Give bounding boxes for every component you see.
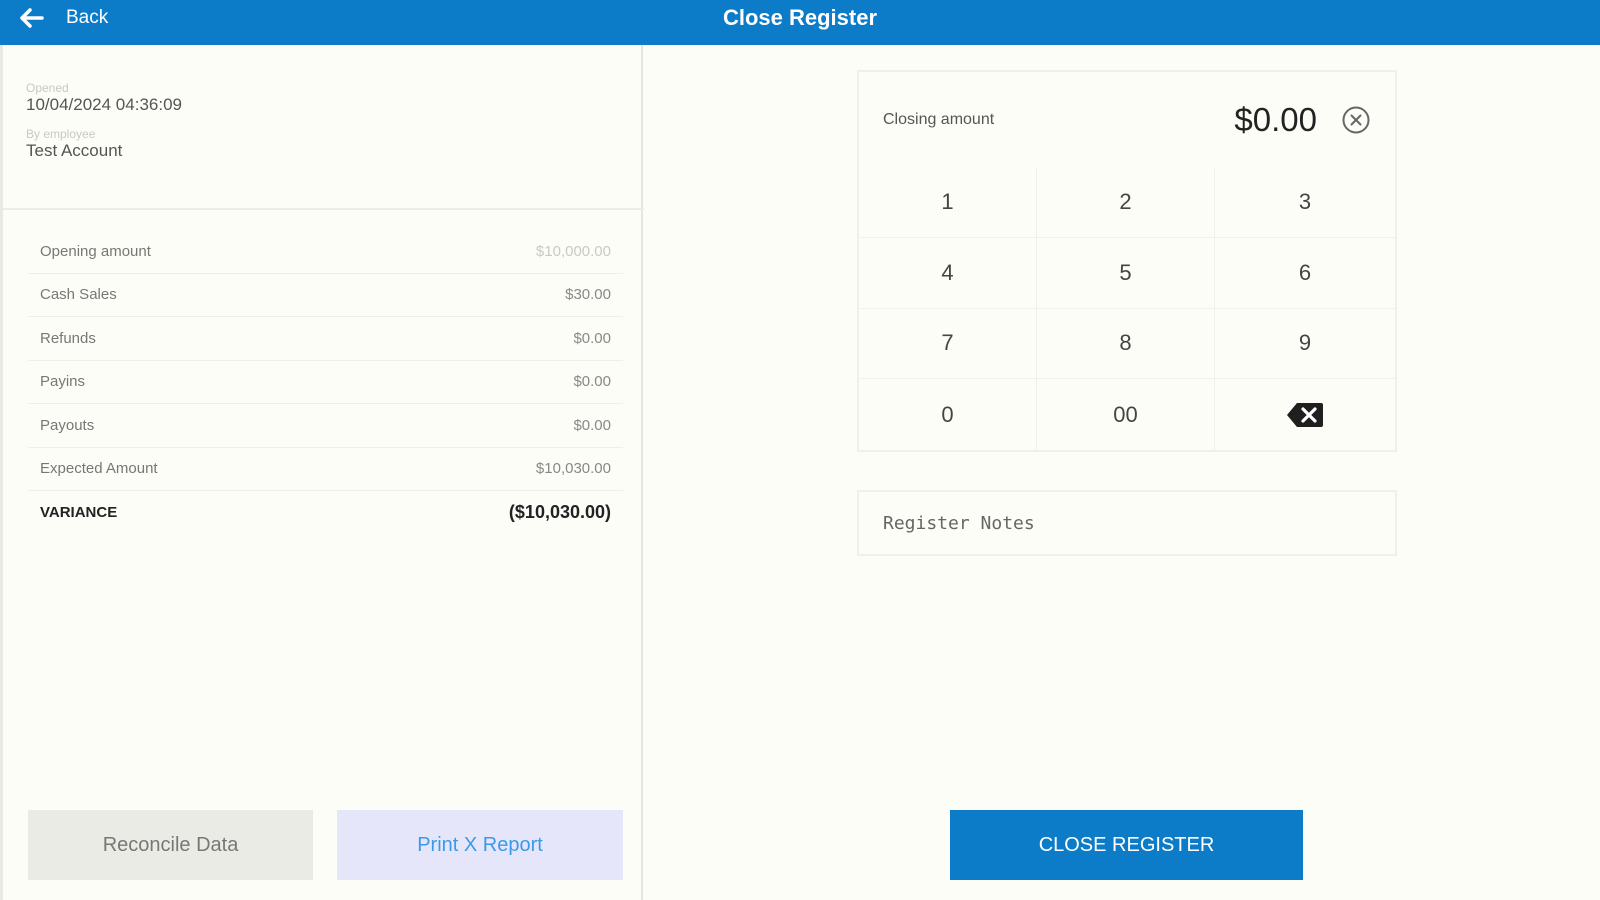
summary-list: Opening amount $10,000.00 Cash Sales $30… xyxy=(28,230,623,535)
employee-value: Test Account xyxy=(26,141,123,160)
summary-row-amount: $0.00 xyxy=(573,416,611,434)
opened-value: 10/04/2024 04:36:09 xyxy=(26,95,182,114)
summary-row-amount: $30.00 xyxy=(565,286,611,304)
key-00[interactable]: 00 xyxy=(1037,379,1215,450)
summary-row-amount: $0.00 xyxy=(573,329,611,347)
summary-row-cash-sales: Cash Sales $30.00 xyxy=(28,274,623,317)
page-title: Close Register xyxy=(722,5,878,30)
register-meta: Opened 10/04/2024 04:36:09 By employee T… xyxy=(26,81,182,171)
key-1[interactable]: 1 xyxy=(859,167,1037,238)
summary-row-label: Payins xyxy=(40,373,86,391)
summary-row-amount: $10,000.00 xyxy=(535,242,611,260)
key-8[interactable]: 8 xyxy=(1037,308,1215,380)
summary-row-payouts: Payouts $0.00 xyxy=(28,404,623,448)
summary-row-label: Payouts xyxy=(40,416,95,434)
key-5[interactable]: 5 xyxy=(1037,237,1215,309)
summary-row-label: Cash Sales xyxy=(40,286,117,304)
summary-row-refunds: Refunds $0.00 xyxy=(28,317,623,361)
opened-label: Opened xyxy=(26,81,69,95)
key-9[interactable]: 9 xyxy=(1215,309,1395,380)
summary-row-payins: Payins $0.00 xyxy=(28,361,623,404)
summary-row-opening-amount: Opening amount $10,000.00 xyxy=(28,230,623,274)
register-summary-panel: Opened 10/04/2024 04:36:09 By employee T… xyxy=(0,45,644,900)
variance-amount: ($10,030.00) xyxy=(508,502,611,523)
summary-row-label: Opening amount xyxy=(40,242,151,260)
meta-divider xyxy=(3,208,644,210)
register-notes-input[interactable]: Register Notes xyxy=(857,490,1397,556)
close-register-button[interactable]: CLOSE REGISTER xyxy=(950,810,1303,880)
closing-amount-keypad: Closing amount $0.00 1 2 3 4 5 6 7 8 9 0… xyxy=(857,70,1397,452)
key-0[interactable]: 0 xyxy=(859,379,1037,450)
print-x-report-button[interactable]: Print X Report xyxy=(337,810,623,880)
keypad-grid: 1 2 3 4 5 6 7 8 9 0 00 xyxy=(859,167,1395,450)
employee-label: By employee xyxy=(26,127,96,141)
summary-row-label: Expected Amount xyxy=(40,460,158,478)
key-6[interactable]: 6 xyxy=(1215,238,1395,309)
key-7[interactable]: 7 xyxy=(859,308,1037,380)
closing-amount-display: Closing amount $0.00 xyxy=(859,72,1395,167)
key-3[interactable]: 3 xyxy=(1215,167,1395,238)
backspace-icon xyxy=(1287,402,1323,427)
summary-row-amount: $10,030.00 xyxy=(535,460,611,478)
reconcile-data-button[interactable]: Reconcile Data xyxy=(28,810,313,880)
closing-amount-label: Closing amount xyxy=(883,110,995,128)
summary-row-expected-amount: Expected Amount $10,030.00 xyxy=(28,448,623,491)
summary-row-variance: VARIANCE ($10,030.00) xyxy=(28,491,623,535)
top-bar: Back Close Register xyxy=(0,0,1600,45)
variance-label: VARIANCE xyxy=(40,504,118,522)
backspace-key[interactable] xyxy=(1215,379,1395,450)
key-4[interactable]: 4 xyxy=(859,237,1037,309)
clear-circle-icon[interactable] xyxy=(1341,105,1371,135)
summary-row-label: Refunds xyxy=(40,329,96,347)
key-2[interactable]: 2 xyxy=(1037,167,1215,238)
summary-row-amount: $0.00 xyxy=(573,373,611,391)
closing-amount-value: $0.00 xyxy=(1234,100,1317,138)
